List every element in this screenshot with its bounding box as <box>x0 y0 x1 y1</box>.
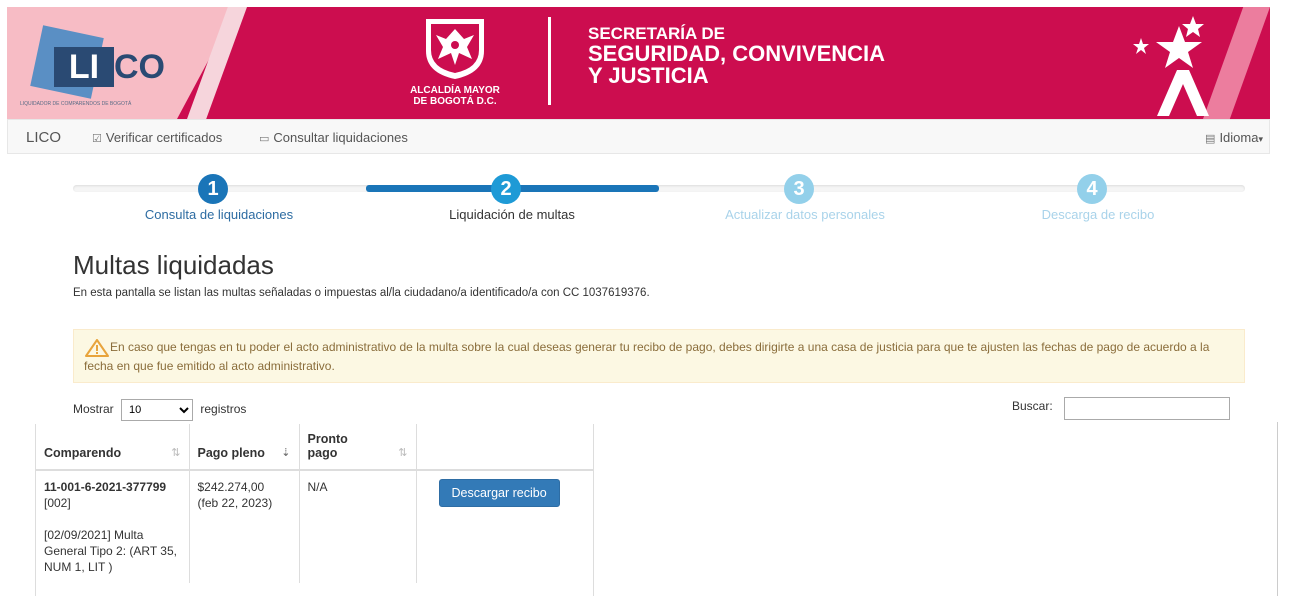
page-subtitle: En esta pantalla se listan las multas se… <box>73 287 650 299</box>
secretaria-line3: Y JUSTICIA <box>588 63 709 88</box>
step-2-label: Liquidación de multas <box>449 207 575 222</box>
nav-consultar-liquidaciones[interactable]: ▭ Consultar liquidaciones <box>259 130 408 145</box>
sort-icon: ⇅ <box>171 447 181 459</box>
alcaldia-label: ALCALDÍA MAYOR DE BOGOTÁ D.C. <box>393 85 517 107</box>
credit-card-icon: ▭ <box>259 133 270 145</box>
records-label: registros <box>200 402 247 416</box>
warning-alert: En caso que tengas en tu poder el acto a… <box>73 329 1245 383</box>
alert-text: En caso que tengas en tu poder el acto a… <box>84 340 1210 373</box>
nav-verificar-label: Verificar certificados <box>105 130 223 145</box>
progress-wizard: 1 2 3 4 Consulta de liquidaciones Liquid… <box>0 165 1299 225</box>
sort-desc-icon: ⇣ <box>281 447 291 459</box>
alcaldia-line1: ALCALDÍA MAYOR <box>410 85 500 96</box>
logo-co: CO <box>114 48 165 86</box>
multas-table-wrapper: Comparendo ⇅ Pago pleno ⇣ Pronto pago ⇅ … <box>35 424 594 596</box>
language-label: Idioma <box>1219 130 1259 145</box>
download-receipt-button[interactable]: Descargar recibo <box>438 479 560 507</box>
bogota-crest-icon <box>426 19 484 79</box>
language-dropdown[interactable]: ▤ Idioma▾ <box>1205 130 1263 145</box>
sort-icon: ⇅ <box>398 447 408 459</box>
step-1-label[interactable]: Consulta de liquidaciones <box>89 207 349 222</box>
th-pronto-pago-label: Pronto pago <box>307 432 348 460</box>
th-pago-pleno-label: Pago pleno <box>197 446 265 460</box>
header-banner: LI CO LIQUIDADOR DE COMPARENDOS DE BOGOT… <box>7 7 1270 119</box>
pago-pleno-value: $242.274,00 <box>197 480 265 494</box>
step-4-circle: 4 <box>1077 174 1107 204</box>
page-length-select[interactable]: 10 <box>121 399 194 421</box>
th-comparendo-label: Comparendo <box>44 446 122 460</box>
table-row: 11-001-6-2021-377799 [002] [02/09/2021] … <box>36 470 593 583</box>
navbar-brand[interactable]: LICO <box>26 129 61 146</box>
step-4-label: Descarga de recibo <box>1041 207 1155 222</box>
navbar: LICO ☑ Verificar certificados ▭ Consultar … <box>7 119 1270 154</box>
cell-actions: Descargar recibo <box>416 470 593 583</box>
secretaria-title: SECRETARÍA DE SEGURIDAD, CONVIVENCIA Y J… <box>588 25 885 87</box>
comparendo-desc: [02/09/2021] Multa General Tipo 2: (ART … <box>44 528 177 574</box>
logo-li: LI <box>54 47 114 87</box>
step-3-circle: 3 <box>784 174 814 204</box>
nav-verificar-certificados[interactable]: ☑ Verificar certificados <box>92 130 222 145</box>
secretaria-star-logo-icon <box>1133 16 1209 116</box>
show-label: Mostrar <box>73 402 114 416</box>
warning-icon <box>85 338 109 357</box>
wizard-track <box>73 185 1245 192</box>
banner-divider <box>548 17 551 105</box>
table-search-control: Buscar: <box>1012 397 1230 420</box>
logo-tagline: LIQUIDADOR DE COMPARENDOS DE BOGOTÁ <box>20 101 132 107</box>
step-2-circle: 2 <box>491 174 521 204</box>
secretaria-line2: SEGURIDAD, CONVIVENCIA <box>588 41 886 66</box>
th-comparendo[interactable]: Comparendo ⇅ <box>36 424 190 471</box>
table-header-row: Comparendo ⇅ Pago pleno ⇣ Pronto pago ⇅ <box>36 424 593 471</box>
step-3-label: Actualizar datos personales <box>725 207 885 222</box>
caret-down-icon: ▾ <box>1258 134 1263 144</box>
table-length-control: Mostrar 10 registros <box>73 399 246 421</box>
comparendo-id: 11-001-6-2021-377799 <box>44 480 167 494</box>
check-square-icon: ☑ <box>92 133 102 145</box>
page-title: Multas liquidadas <box>73 250 274 280</box>
language-icon: ▤ <box>1205 133 1216 145</box>
alcaldia-line2: DE BOGOTÁ D.C. <box>413 96 497 107</box>
multas-table: Comparendo ⇅ Pago pleno ⇣ Pronto pago ⇅ … <box>36 424 593 583</box>
search-label: Buscar: <box>1012 399 1053 413</box>
step-1-circle[interactable]: 1 <box>198 174 228 204</box>
lico-logo[interactable]: LI CO LIQUIDADOR DE COMPARENDOS DE BOGOT… <box>20 25 165 107</box>
th-pago-pleno[interactable]: Pago pleno ⇣ <box>189 424 300 471</box>
nav-consultar-label: Consultar liquidaciones <box>273 130 408 145</box>
page-right-border <box>1277 422 1278 596</box>
search-input[interactable] <box>1064 397 1230 420</box>
comparendo-code: [002] <box>44 496 71 510</box>
th-actions <box>416 424 593 471</box>
cell-pago-pleno: $242.274,00 (feb 22, 2023) <box>189 470 300 583</box>
th-pronto-pago[interactable]: Pronto pago ⇅ <box>299 424 417 471</box>
pago-pleno-date: (feb 22, 2023) <box>197 496 273 510</box>
cell-pronto-pago: N/A <box>299 470 417 583</box>
cell-comparendo: 11-001-6-2021-377799 [002] [02/09/2021] … <box>36 470 190 583</box>
